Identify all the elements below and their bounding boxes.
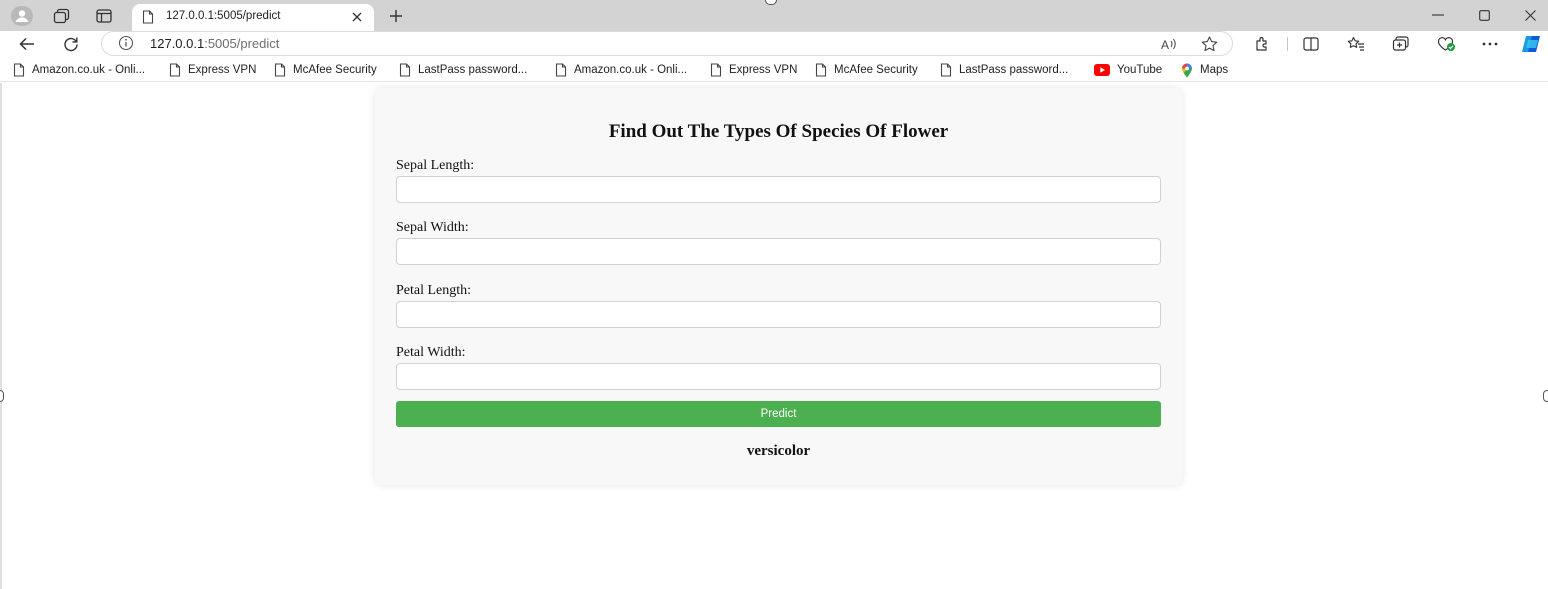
page-icon bbox=[13, 63, 25, 77]
arrow-left-icon bbox=[19, 37, 34, 51]
maps-icon bbox=[1182, 63, 1192, 77]
bookmark-item[interactable]: LastPass password... bbox=[399, 61, 527, 79]
collections-icon[interactable] bbox=[1388, 33, 1414, 55]
bookmark-item[interactable]: Amazon.co.uk - Onli... bbox=[555, 61, 687, 79]
bookmark-label: Express VPN bbox=[729, 64, 798, 76]
page-viewport: Find Out The Types Of Species Of Flower … bbox=[0, 83, 1548, 589]
favorites-icon[interactable] bbox=[1343, 33, 1369, 55]
bookmark-item[interactable]: Express VPN bbox=[710, 61, 797, 79]
svg-text:A: A bbox=[1161, 38, 1169, 51]
page-icon bbox=[399, 63, 411, 77]
bookmark-item[interactable]: Express VPN bbox=[169, 61, 256, 79]
toolbar-divider bbox=[1287, 37, 1288, 51]
copilot-icon[interactable] bbox=[1519, 33, 1545, 55]
address-bar[interactable]: 127.0.0.1:5005/predict A bbox=[101, 31, 1233, 56]
back-button[interactable] bbox=[14, 32, 40, 56]
plus-icon bbox=[390, 10, 402, 22]
bookmark-item-youtube[interactable]: YouTube bbox=[1094, 61, 1162, 79]
close-window-button[interactable] bbox=[1507, 2, 1548, 28]
bookmark-item[interactable]: McAfee Security bbox=[274, 61, 377, 79]
bookmark-label: Amazon.co.uk - Onli... bbox=[32, 64, 146, 76]
page-title: Find Out The Types Of Species Of Flower bbox=[608, 121, 949, 142]
profile-icon[interactable] bbox=[9, 5, 35, 27]
sepal-length-label: Sepal Length: bbox=[396, 158, 475, 173]
predict-button[interactable]: Predict bbox=[396, 401, 1161, 427]
resize-handle-icon[interactable] bbox=[765, 0, 777, 5]
maximize-button[interactable] bbox=[1461, 2, 1507, 28]
bookmark-item[interactable]: Amazon.co.uk - Onli... bbox=[13, 61, 145, 79]
close-icon[interactable] bbox=[348, 8, 366, 26]
page-icon bbox=[142, 10, 154, 29]
refresh-button[interactable] bbox=[58, 32, 84, 56]
bookmark-label: Express VPN bbox=[188, 64, 257, 76]
sepal-width-label: Sepal Width: bbox=[396, 220, 469, 235]
resize-handle-icon[interactable] bbox=[0, 390, 4, 402]
page-icon bbox=[815, 63, 827, 77]
bookmark-item-maps[interactable]: Maps bbox=[1181, 61, 1228, 79]
bookmark-item[interactable]: McAfee Security bbox=[815, 61, 918, 79]
vertical-tabs-icon[interactable] bbox=[91, 5, 117, 27]
sepal-width-input[interactable] bbox=[396, 238, 1161, 265]
info-icon[interactable] bbox=[118, 35, 134, 56]
minimize-button[interactable] bbox=[1415, 2, 1461, 28]
petal-length-input[interactable] bbox=[396, 301, 1161, 328]
prediction-form-card: Find Out The Types Of Species Of Flower … bbox=[375, 88, 1182, 485]
bookmark-label: Maps bbox=[1200, 64, 1229, 76]
bookmark-label: YouTube bbox=[1117, 64, 1163, 76]
more-menu-icon[interactable] bbox=[1477, 33, 1503, 55]
resize-handle-icon[interactable] bbox=[1543, 390, 1548, 402]
browser-title-bar: 127.0.0.1:5005/predict bbox=[0, 0, 1548, 31]
prediction-result: versicolor bbox=[746, 443, 811, 459]
split-screen-icon[interactable] bbox=[1298, 33, 1324, 55]
workspaces-icon[interactable] bbox=[49, 5, 75, 27]
bookmarks-bar: Amazon.co.uk - Onli... Express VPN McAfe… bbox=[0, 57, 1548, 82]
page-icon bbox=[710, 63, 722, 77]
sepal-length-input[interactable] bbox=[396, 176, 1161, 203]
petal-width-input[interactable] bbox=[396, 363, 1161, 390]
bookmark-item[interactable]: LastPass password... bbox=[940, 61, 1068, 79]
refresh-icon bbox=[64, 37, 78, 52]
page-icon bbox=[169, 63, 181, 77]
favorite-star-icon[interactable] bbox=[1199, 35, 1219, 53]
page-icon bbox=[274, 63, 286, 77]
read-aloud-icon[interactable]: A bbox=[1160, 35, 1180, 53]
youtube-icon bbox=[1094, 64, 1110, 76]
bookmark-label: McAfee Security bbox=[834, 64, 918, 76]
new-tab-button[interactable] bbox=[384, 5, 408, 27]
page-icon bbox=[555, 63, 567, 77]
browser-toolbar: 127.0.0.1:5005/predict A bbox=[0, 31, 1548, 57]
active-tab[interactable]: 127.0.0.1:5005/predict bbox=[132, 4, 374, 31]
petal-width-label: Petal Width: bbox=[396, 345, 466, 360]
bookmark-label: LastPass password... bbox=[959, 64, 1069, 76]
bookmark-label: McAfee Security bbox=[293, 64, 377, 76]
bookmark-label: LastPass password... bbox=[418, 64, 528, 76]
browser-essentials-icon[interactable] bbox=[1433, 33, 1459, 55]
url-text: 127.0.0.1:5005/predict bbox=[150, 36, 280, 51]
page-icon bbox=[940, 63, 952, 77]
bookmark-label: Amazon.co.uk - Onli... bbox=[574, 64, 688, 76]
petal-length-label: Petal Length: bbox=[396, 283, 472, 298]
extensions-icon[interactable] bbox=[1249, 33, 1275, 55]
tab-title: 127.0.0.1:5005/predict bbox=[166, 10, 281, 22]
